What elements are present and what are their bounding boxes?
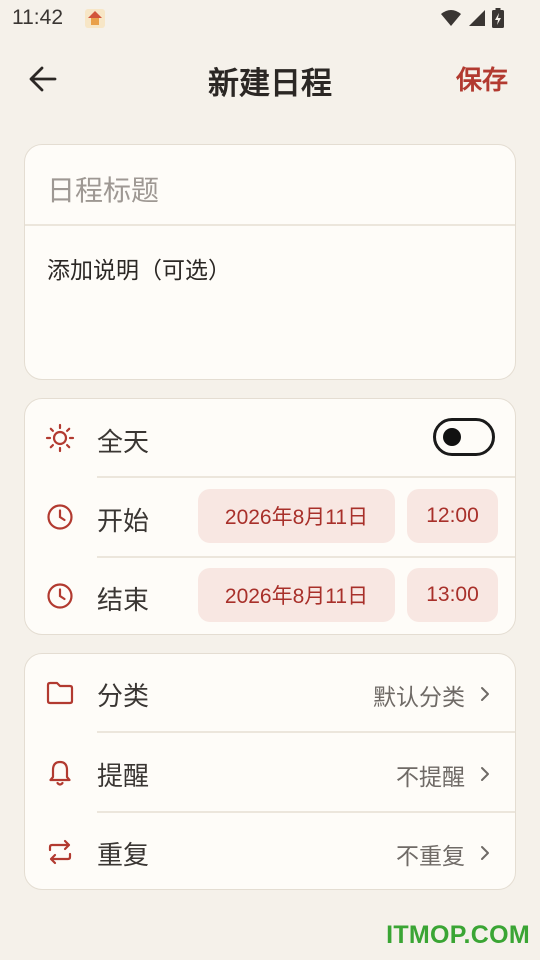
end-label: 结束 [97,586,150,616]
signal-icon [469,10,485,26]
chevron-right-icon [481,767,489,781]
title-input[interactable]: 日程标题 [47,169,159,209]
time-card: 全天 开始 2026年8月11日 12:00 结束 2026年8月11日 13:… [24,398,516,635]
save-button[interactable]: 保存 [456,60,508,97]
all-day-toggle[interactable] [433,418,495,456]
reminder-label: 提醒 [97,762,150,792]
divider [97,476,515,478]
app-bar: 新建日程 保存 [0,44,540,116]
all-day-label: 全天 [97,428,150,458]
category-value: 默认分类 [373,685,465,711]
chevron-right-icon [481,687,489,701]
repeat-value: 不重复 [396,844,465,870]
divider [97,556,515,558]
options-card: 分类 默认分类 提醒 不提醒 重复 不重复 [24,653,516,890]
divider [97,811,515,813]
home-notification-icon [85,9,105,28]
status-bar: 11:42 [0,0,540,38]
watermark: ITMOP.COM [386,921,530,949]
repeat-label: 重复 [97,841,150,871]
status-icons [440,8,504,28]
toggle-knob [443,428,461,446]
end-date-chip[interactable]: 2026年8月11日 [198,568,395,622]
wifi-icon [441,10,461,26]
event-details-card: 日程标题 添加说明（可选） [24,144,516,380]
reminder-value: 不提醒 [396,765,465,791]
chevron-right-icon [481,846,489,860]
sun-icon [45,423,75,453]
description-input[interactable]: 添加说明（可选） [47,251,231,285]
repeat-icon [45,837,75,867]
start-label: 开始 [97,507,150,537]
category-label: 分类 [97,682,150,712]
bell-icon [45,758,75,788]
folder-icon [45,678,75,708]
status-time: 11:42 [12,6,63,29]
start-date-chip[interactable]: 2026年8月11日 [198,489,395,543]
divider [97,731,515,733]
clock-icon [45,502,75,532]
battery-icon [492,8,504,28]
clock-icon [45,581,75,611]
end-time-chip[interactable]: 13:00 [407,568,498,622]
start-time-chip[interactable]: 12:00 [407,489,498,543]
divider [25,224,515,226]
